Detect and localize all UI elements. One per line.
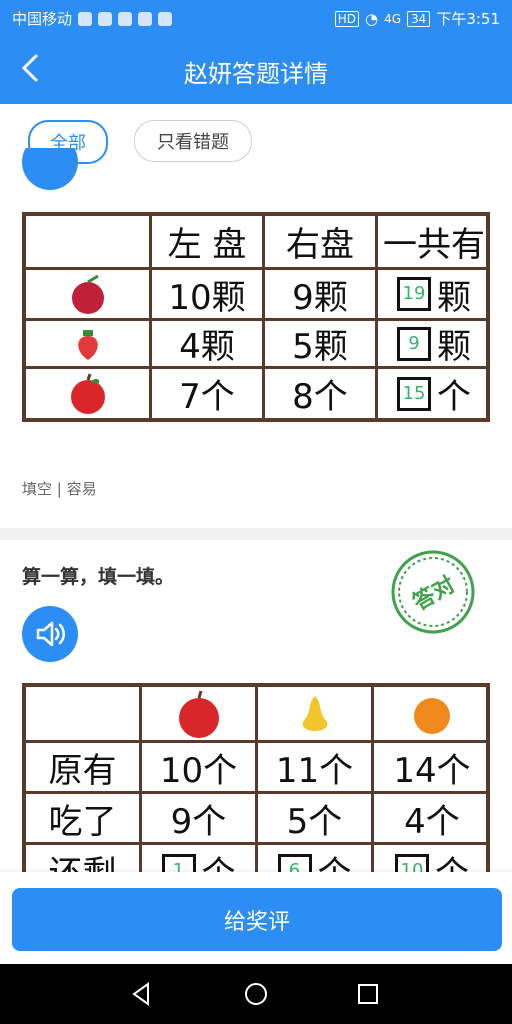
section-divider (0, 528, 512, 540)
q1-header-left: 左 盘 (152, 216, 265, 270)
q2-header-empty (26, 687, 142, 743)
app-notification-icon (78, 11, 93, 26)
pear-icon (258, 687, 374, 743)
system-navigation-bar (0, 964, 512, 1024)
q1-header-total: 一共有 (378, 216, 490, 270)
app-notification-icon (138, 11, 153, 26)
apple-icon (142, 687, 258, 743)
q1-r3-left: 7个 (152, 369, 265, 418)
unit-text: 颗 (437, 277, 471, 318)
award-button[interactable]: 给奖评 (12, 888, 502, 951)
stamp-text: 答对 (408, 571, 459, 616)
q2-r1-c2: 11个 (258, 743, 374, 794)
q2-r2-c1: 9个 (142, 794, 258, 845)
q1-header-empty (26, 216, 152, 270)
status-bar: 中国移动 HD ◔ 4G 34 下午3:51 (0, 0, 512, 36)
correct-stamp: 答对 (391, 550, 475, 634)
wifi-icon: ◔ (365, 9, 379, 28)
audio-button-partial[interactable] (22, 148, 78, 190)
nav-home-button[interactable] (240, 978, 272, 1010)
q1-r2-left: 4颗 (152, 321, 265, 369)
square-recents-icon (358, 984, 378, 1004)
q1-r1-total: 19 颗 (378, 270, 490, 321)
q2-r1-c1: 10个 (142, 743, 258, 794)
nav-recents-button[interactable] (352, 978, 384, 1010)
apple-icon (26, 369, 152, 418)
q1-r3-total: 15 个 (378, 369, 490, 418)
lychee-icon (26, 270, 152, 321)
row-label: 原有 (26, 743, 142, 794)
wechat-icon (98, 11, 113, 26)
q2-r2-c2: 5个 (258, 794, 374, 845)
carrier-text: 中国移动 (12, 10, 73, 28)
unit-text: 颗 (437, 327, 471, 367)
q1-r2-right: 5颗 (265, 321, 378, 369)
answer-box: 19 (397, 277, 431, 311)
nav-back-button[interactable] (126, 978, 158, 1010)
orange-icon (374, 687, 490, 743)
triangle-back-icon (132, 982, 149, 1006)
app-notification-icon (118, 11, 133, 26)
question-meta: 填空 | 容易 (22, 480, 97, 498)
question-title: 算一算，填一填。 (22, 566, 175, 588)
row-label: 吃了 (26, 794, 142, 845)
battery-indicator: 34 (407, 10, 431, 27)
filter-wrong-only-tab[interactable]: 只看错题 (134, 120, 252, 162)
strawberry-icon (26, 321, 152, 369)
app-notification-icon (158, 11, 173, 26)
answer-box: 15 (397, 376, 431, 411)
q1-r1-left: 10颗 (152, 270, 265, 321)
q2-table: 原有 10个 11个 14个 吃了 9个 5个 4个 还剩 1 个 6 个 10… (22, 683, 490, 896)
q1-r2-total: 9 颗 (378, 321, 490, 369)
signal-icon: 4G (384, 11, 402, 26)
q1-table: 左 盘 右盘 一共有 10颗 9颗 19 颗 4颗 5颗 9 颗 7个 8个 1… (22, 212, 490, 422)
circle-home-icon (245, 983, 267, 1005)
page-title: 赵妍答题详情 (184, 60, 328, 88)
unit-text: 个 (437, 377, 471, 417)
page-header: 赵妍答题详情 (0, 36, 512, 104)
q1-header-right: 右盘 (265, 216, 378, 270)
q1-r1-right: 9颗 (265, 270, 378, 321)
q2-r2-c3: 4个 (374, 794, 490, 845)
q2-r1-c3: 14个 (374, 743, 490, 794)
answer-box: 9 (397, 326, 431, 361)
hd-indicator: HD (334, 10, 359, 27)
time-text: 下午3:51 (436, 10, 500, 28)
speaker-icon (36, 621, 65, 647)
audio-play-button[interactable] (22, 606, 78, 662)
q1-r3-right: 8个 (265, 369, 378, 418)
